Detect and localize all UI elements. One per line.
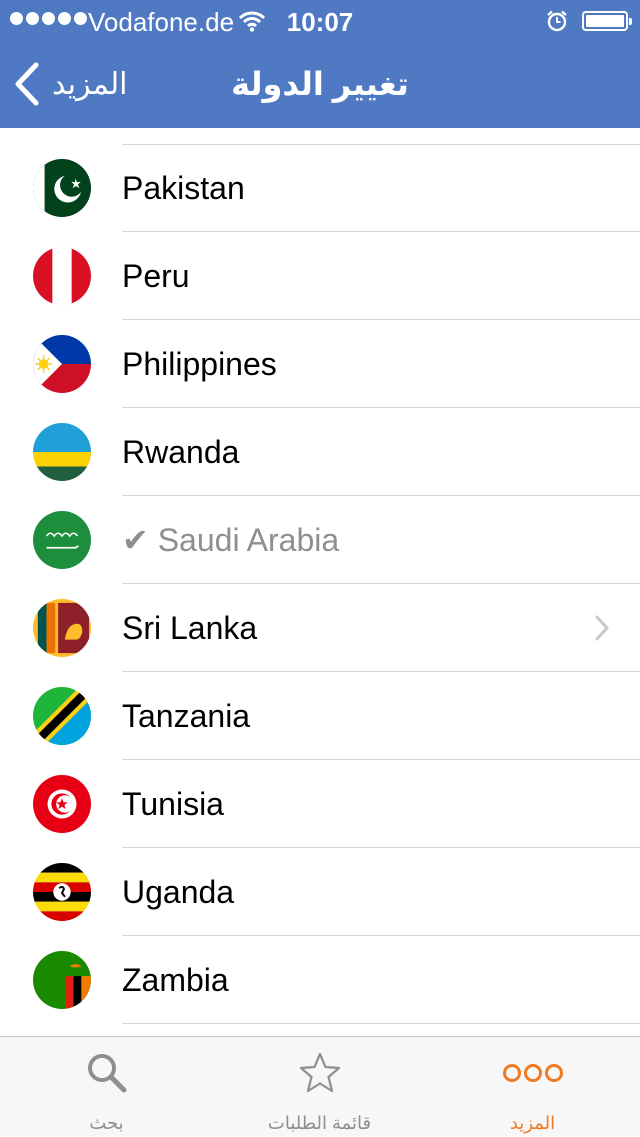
country-row[interactable]: Sri Lanka [0, 584, 640, 672]
tab-label: بحث [89, 1113, 124, 1133]
search-icon [0, 1051, 213, 1095]
country-name: Sri Lanka [122, 610, 258, 646]
tab-label: المزيد [509, 1113, 556, 1133]
uganda-flag-icon [33, 863, 91, 921]
tab-star[interactable]: قائمة الطلبات [213, 1037, 426, 1137]
page-title: تغيير الدولة [231, 66, 409, 102]
country-row[interactable]: Tunisia [0, 760, 640, 848]
country-row[interactable]: ✔ Saudi Arabia [0, 496, 640, 584]
tab-bar: بحث قائمة الطلبات المزيد [0, 1036, 640, 1136]
peru-flag-icon [33, 247, 91, 305]
country-list[interactable]: Pakistan Peru Philippines Rwanda ✔ Saudi Ara… [0, 128, 640, 1036]
zambia-flag-icon [33, 951, 91, 1009]
tab-label: قائمة الطلبات [267, 1113, 372, 1133]
tanzania-flag-icon [33, 687, 91, 745]
country-name: Philippines [122, 346, 277, 382]
status-bar: Vodafone.de 10:07 [0, 0, 640, 40]
country-row[interactable]: Philippines [0, 320, 640, 408]
tab-more[interactable]: المزيد [426, 1037, 639, 1137]
country-row[interactable]: Peru [0, 232, 640, 320]
tab-search[interactable]: بحث [0, 1037, 213, 1137]
country-name: Tunisia [122, 786, 224, 822]
country-name: Pakistan [122, 170, 245, 206]
battery-icon [582, 11, 632, 31]
country-name: Uganda [122, 874, 235, 910]
top-bar: Vodafone.de 10:07 المزيد تغيير الدولة [0, 0, 640, 128]
saudi-arabia-flag-icon [33, 511, 91, 569]
country-name: Rwanda [122, 434, 240, 470]
philippines-flag-icon [33, 335, 91, 393]
checkmark-icon: ✔ [122, 522, 158, 558]
country-name: Peru [122, 258, 190, 294]
rwanda-flag-icon [33, 423, 91, 481]
row-divider [122, 1023, 640, 1024]
country-row[interactable]: Tanzania [0, 672, 640, 760]
country-name: ✔ Saudi Arabia [122, 522, 340, 558]
pakistan-flag-icon [33, 159, 91, 217]
navigation-bar: المزيد تغيير الدولة [0, 40, 640, 128]
country-name: Zambia [122, 962, 229, 998]
chevron-right-icon [594, 614, 610, 647]
sri-lanka-flag-icon [33, 599, 91, 657]
country-name: Tanzania [122, 698, 251, 734]
more-icon [426, 1051, 639, 1095]
alarm-icon [546, 8, 568, 39]
star-icon [213, 1051, 426, 1095]
country-row[interactable]: Rwanda [0, 408, 640, 496]
tunisia-flag-icon [33, 775, 91, 833]
status-time: 10:07 [286, 7, 354, 37]
country-row[interactable]: Uganda [0, 848, 640, 936]
country-row[interactable]: Zambia [0, 936, 640, 1024]
country-row[interactable]: Pakistan [0, 144, 640, 232]
